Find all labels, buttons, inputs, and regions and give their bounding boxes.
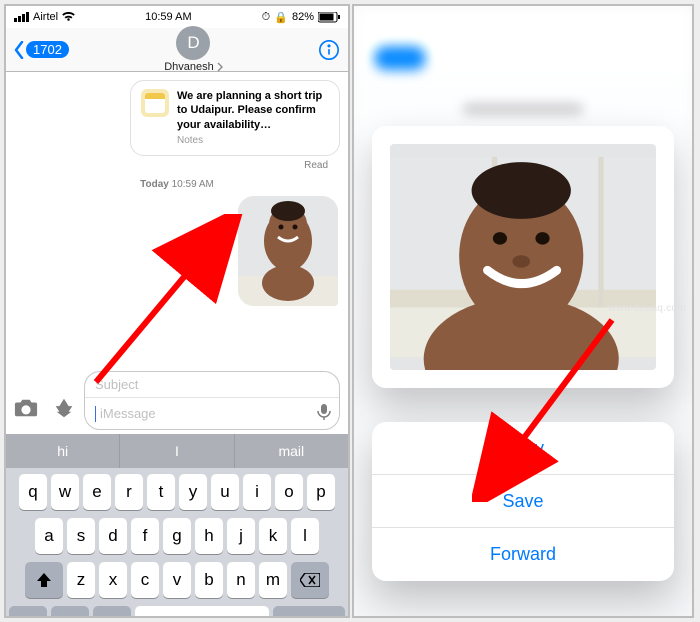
chevron-left-icon bbox=[14, 41, 24, 59]
key-x[interactable]: x bbox=[99, 562, 127, 598]
keyboard-row-4: 123 space return bbox=[9, 606, 345, 618]
battery-pct-label: 82% bbox=[292, 11, 314, 23]
key-t[interactable]: t bbox=[147, 474, 175, 510]
key-k[interactable]: k bbox=[259, 518, 287, 554]
key-u[interactable]: u bbox=[211, 474, 239, 510]
key-d[interactable]: d bbox=[99, 518, 127, 554]
image-message-bubble[interactable] bbox=[238, 196, 338, 306]
apps-button[interactable] bbox=[52, 397, 76, 422]
predictive-bar: hi I mail bbox=[6, 434, 348, 468]
clock-label: 10:59 AM bbox=[145, 11, 191, 23]
shift-icon bbox=[36, 572, 52, 588]
chevron-right-icon bbox=[217, 62, 223, 72]
mic-icon bbox=[315, 403, 333, 421]
compose-area: Subject iMessage bbox=[6, 362, 348, 434]
note-body: We are planning a short trip to Udaipur.… bbox=[177, 89, 329, 132]
key-e[interactable]: e bbox=[83, 474, 111, 510]
message-thread[interactable]: We are planning a short trip to Udaipur.… bbox=[6, 72, 348, 362]
key-s[interactable]: s bbox=[67, 518, 95, 554]
dictate-key[interactable] bbox=[93, 606, 131, 618]
globe-key[interactable] bbox=[51, 606, 89, 618]
delete-icon bbox=[300, 573, 320, 587]
preview-popover bbox=[372, 126, 674, 388]
menu-save[interactable]: Save bbox=[372, 475, 674, 528]
key-j[interactable]: j bbox=[227, 518, 255, 554]
note-source-app: Notes bbox=[177, 134, 329, 147]
key-m[interactable]: m bbox=[259, 562, 287, 598]
signal-icon bbox=[14, 12, 29, 22]
status-bar: Airtel 10:59 AM ⏱ 🔒 82% bbox=[6, 6, 348, 28]
key-c[interactable]: c bbox=[131, 562, 159, 598]
context-menu: Copy Save Forward bbox=[372, 422, 674, 581]
return-key[interactable]: return bbox=[273, 606, 345, 618]
menu-forward[interactable]: Forward bbox=[372, 528, 674, 581]
key-r[interactable]: r bbox=[115, 474, 143, 510]
space-key[interactable]: space bbox=[135, 606, 269, 618]
key-b[interactable]: b bbox=[195, 562, 223, 598]
delete-key[interactable] bbox=[291, 562, 329, 598]
key-f[interactable]: f bbox=[131, 518, 159, 554]
read-receipt: Read bbox=[14, 160, 328, 171]
key-l[interactable]: l bbox=[291, 518, 319, 554]
info-button[interactable] bbox=[318, 39, 340, 61]
notes-app-icon bbox=[141, 89, 169, 117]
preview-image[interactable] bbox=[390, 144, 656, 370]
thread-timestamp: Today 10:59 AM bbox=[14, 179, 340, 190]
dictation-button[interactable] bbox=[315, 403, 333, 424]
key-h[interactable]: h bbox=[195, 518, 223, 554]
image-thumbnail bbox=[238, 196, 338, 306]
keyboard-row-3: zxcvbnm bbox=[9, 562, 345, 598]
left-phone-screen: Airtel 10:59 AM ⏱ 🔒 82% 1702 D Dhvanesh bbox=[4, 4, 350, 618]
annotation-arrow-1 bbox=[92, 214, 246, 384]
key-i[interactable]: i bbox=[243, 474, 271, 510]
info-icon bbox=[318, 39, 340, 61]
key-z[interactable]: z bbox=[67, 562, 95, 598]
compose-input[interactable]: Subject iMessage bbox=[84, 371, 340, 430]
key-p[interactable]: p bbox=[307, 474, 335, 510]
watermark: www.deuaq.com bbox=[609, 303, 686, 314]
menu-copy[interactable]: Copy bbox=[372, 422, 674, 475]
key-y[interactable]: y bbox=[179, 474, 207, 510]
alarm-icon: ⏱ bbox=[262, 11, 271, 24]
battery-icon bbox=[318, 12, 340, 23]
key-w[interactable]: w bbox=[51, 474, 79, 510]
notes-attachment-bubble[interactable]: We are planning a short trip to Udaipur.… bbox=[130, 80, 340, 156]
camera-button[interactable] bbox=[14, 397, 38, 422]
rotation-lock-icon: 🔒 bbox=[274, 11, 288, 24]
numbers-key[interactable]: 123 bbox=[9, 606, 47, 618]
key-o[interactable]: o bbox=[275, 474, 303, 510]
keyboard: qwertyuiop asdfghjkl zxcvbnm 123 space r… bbox=[6, 468, 348, 618]
key-v[interactable]: v bbox=[163, 562, 191, 598]
app-store-icon bbox=[52, 397, 76, 419]
back-unread-badge: 1702 bbox=[26, 41, 69, 58]
subject-field[interactable]: Subject bbox=[85, 372, 339, 398]
carrier-label: Airtel bbox=[33, 11, 58, 23]
contact-avatar[interactable]: D bbox=[176, 26, 210, 60]
globe-icon bbox=[61, 616, 79, 618]
mic-icon bbox=[105, 616, 119, 618]
right-phone-screen: Copy Save Forward www.deuaq.com bbox=[352, 4, 694, 618]
predict-2[interactable]: I bbox=[120, 434, 234, 468]
wifi-icon bbox=[62, 12, 75, 22]
key-g[interactable]: g bbox=[163, 518, 191, 554]
key-q[interactable]: q bbox=[19, 474, 47, 510]
key-a[interactable]: a bbox=[35, 518, 63, 554]
nav-bar: 1702 D Dhvanesh bbox=[6, 28, 348, 72]
key-n[interactable]: n bbox=[227, 562, 255, 598]
text-cursor bbox=[95, 406, 96, 422]
keyboard-row-1: qwertyuiop bbox=[9, 474, 345, 510]
shift-key[interactable] bbox=[25, 562, 63, 598]
message-field[interactable]: iMessage bbox=[100, 406, 315, 421]
predict-3[interactable]: mail bbox=[235, 434, 348, 468]
camera-icon bbox=[14, 397, 38, 419]
keyboard-row-2: asdfghjkl bbox=[9, 518, 345, 554]
predict-1[interactable]: hi bbox=[6, 434, 120, 468]
back-button[interactable]: 1702 bbox=[14, 41, 69, 59]
